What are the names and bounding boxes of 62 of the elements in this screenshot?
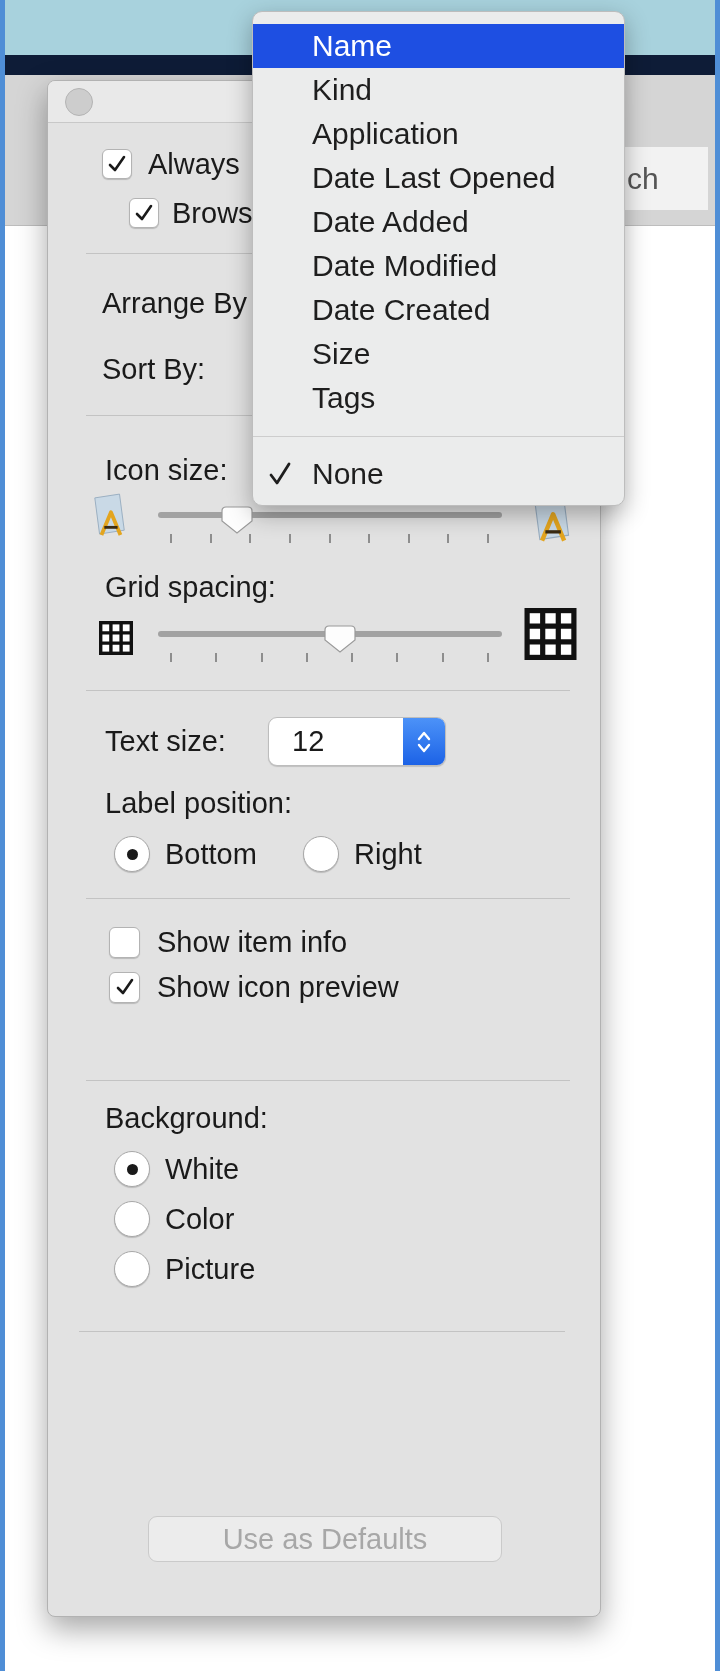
tick-mark <box>288 534 291 543</box>
tick-mark <box>441 653 444 662</box>
tick-mark <box>486 653 489 662</box>
menu-item[interactable]: Date Modified <box>253 244 624 288</box>
sort-by-label: Sort By: <box>102 354 206 384</box>
arrange-by-label: Arrange By <box>102 288 248 318</box>
checkbox-label: Show item info <box>157 927 348 957</box>
tick-mark <box>260 653 263 662</box>
tick-mark <box>487 534 489 543</box>
checkbox-label: Brows <box>172 198 253 228</box>
tick-mark <box>170 534 172 543</box>
checkbox-label: Show icon preview <box>157 972 399 1002</box>
tick-mark <box>351 653 354 662</box>
radio-button[interactable] <box>114 1151 150 1187</box>
text-size-select[interactable]: 12 <box>268 717 446 766</box>
radio-button[interactable] <box>303 836 339 872</box>
tick-mark <box>249 534 252 543</box>
tick-mark <box>396 653 399 662</box>
grid-icon <box>524 608 577 660</box>
radio-button[interactable] <box>114 1251 150 1287</box>
menu-item[interactable]: Tags <box>253 376 624 420</box>
tick-mark <box>328 534 331 543</box>
tick-mark <box>368 534 371 543</box>
menu-item[interactable]: Name <box>253 24 624 68</box>
checkmark-icon <box>134 203 154 223</box>
slider-thumb[interactable] <box>324 625 357 653</box>
tick-mark <box>209 534 212 543</box>
menu-item[interactable]: Size <box>253 332 624 376</box>
checkbox[interactable] <box>109 926 140 958</box>
label-position-label: Label position: <box>105 788 293 818</box>
radio-button[interactable] <box>114 836 150 872</box>
slider-track[interactable] <box>158 506 502 534</box>
tick-mark <box>305 653 308 662</box>
text-size-label: Text size: <box>105 727 227 756</box>
checkbox[interactable] <box>129 198 159 228</box>
menu-item[interactable]: Kind <box>253 68 624 112</box>
grid-icon <box>98 621 134 655</box>
close-button[interactable] <box>65 87 93 116</box>
tick-mark <box>170 653 172 662</box>
slider-track[interactable] <box>158 625 502 653</box>
checkbox-label: Always <box>148 149 240 179</box>
radio-label: Picture <box>165 1254 256 1284</box>
checkmark-icon <box>114 977 135 997</box>
radio-label: White <box>165 1154 240 1184</box>
icon-size-label: Icon size: <box>105 455 228 485</box>
radio-label: Bottom <box>165 839 257 869</box>
radio-button[interactable] <box>114 1201 150 1237</box>
checkbox[interactable] <box>109 971 140 1003</box>
checkmark-icon <box>107 154 127 174</box>
tick-mark <box>215 653 218 662</box>
grid-spacing-label: Grid spacing: <box>105 572 276 602</box>
menu-item[interactable]: None <box>253 452 624 496</box>
tick-mark <box>407 534 410 543</box>
checkbox[interactable] <box>102 149 132 179</box>
checkmark-icon <box>269 462 291 486</box>
radio-label: Right <box>354 839 422 869</box>
menu-item[interactable]: Date Created <box>253 288 624 332</box>
stepper-arrows-icon <box>403 718 445 765</box>
background-label: Background: <box>105 1103 268 1133</box>
slider-thumb[interactable] <box>221 506 254 534</box>
radio-label: Color <box>165 1204 235 1234</box>
tick-mark <box>447 534 450 543</box>
